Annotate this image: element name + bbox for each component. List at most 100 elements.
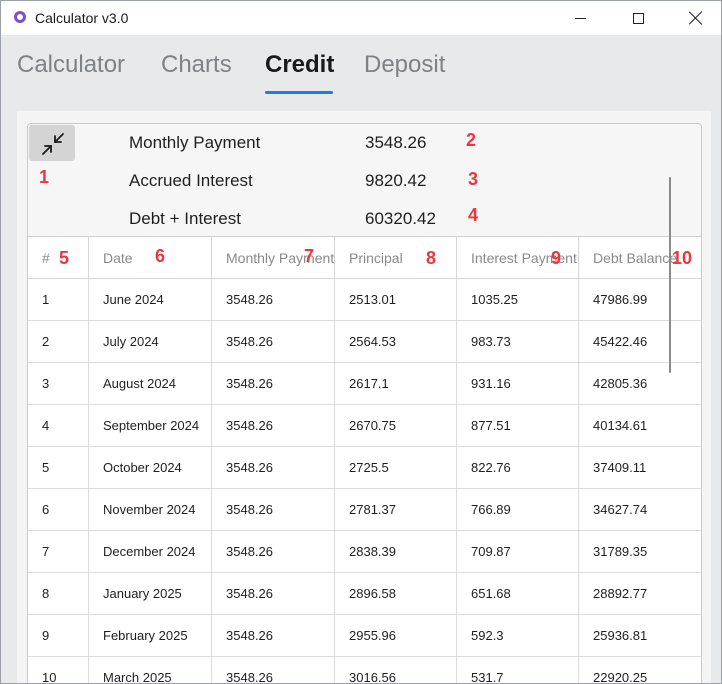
- date-cell: August 2024: [89, 363, 212, 405]
- table-scrollbar[interactable]: [669, 177, 671, 373]
- date-cell: March 2025: [89, 657, 212, 683]
- monthly-payment-cell: 3548.26: [212, 489, 335, 531]
- date-cell: December 2024: [89, 531, 212, 573]
- maximize-button[interactable]: [615, 1, 661, 35]
- date-cell: September 2024: [89, 405, 212, 447]
- monthly-payment-cell: 3548.26: [212, 615, 335, 657]
- principal-cell: 2617.1: [335, 363, 457, 405]
- monthly-payment-cell: 3548.26: [212, 363, 335, 405]
- close-button[interactable]: [673, 1, 719, 35]
- interest-payment-cell: 709.87: [457, 531, 579, 573]
- date-cell: November 2024: [89, 489, 212, 531]
- monthly-payment-cell: 3548.26: [212, 573, 335, 615]
- principal-cell: 2670.75: [335, 405, 457, 447]
- accrued-interest-label: Accrued Interest: [129, 171, 253, 190]
- annotation-badge-10: 10: [672, 248, 693, 268]
- column-header-monthly-payment[interactable]: Monthly Payment: [212, 237, 335, 279]
- table-row[interactable]: 9 February 2025 3548.26 2955.96 592.3 25936.8…: [28, 615, 701, 657]
- row-number-cell: 8: [28, 573, 89, 615]
- title-bar: Calculator v3.0: [1, 1, 721, 35]
- table-row[interactable]: 6 November 2024 3548.26 2781.37 766.89 34627.…: [28, 489, 701, 531]
- interest-payment-cell: 651.68: [457, 573, 579, 615]
- tab-charts[interactable]: Charts: [161, 51, 232, 79]
- interest-payment-cell: 822.76: [457, 447, 579, 489]
- debt-balance-cell: 31789.35: [593, 544, 648, 559]
- interest-payment-cell: 1035.25: [457, 279, 579, 321]
- annotation-badge-3: 3: [468, 169, 479, 189]
- annotation-badge-6: 6: [155, 246, 166, 266]
- date-cell: July 2024: [89, 321, 212, 363]
- table-row[interactable]: 3 August 2024 3548.26 2617.1 931.16 42805.36: [28, 363, 701, 405]
- debt-balance-cell: 37409.11: [593, 460, 647, 475]
- table-row[interactable]: 8 January 2025 3548.26 2896.58 651.68 28892.7…: [28, 573, 701, 615]
- principal-cell: 2838.39: [335, 531, 457, 573]
- monthly-payment-value: 3548.26: [365, 133, 427, 152]
- minimize-button[interactable]: [557, 1, 603, 35]
- debt-balance-cell: 47986.99: [593, 292, 648, 307]
- annotation-badge-4: 4: [468, 205, 479, 225]
- tab-credit[interactable]: Credit: [265, 51, 334, 79]
- table-row[interactable]: 7 December 2024 3548.26 2838.39 709.87 31789.…: [28, 531, 701, 573]
- payment-schedule-table: # Date Monthly Payment Principal Interes…: [28, 236, 701, 683]
- monthly-payment-cell: 3548.26: [212, 447, 335, 489]
- interest-payment-cell: 983.73: [457, 321, 579, 363]
- window-title: Calculator v3.0: [35, 10, 129, 26]
- row-number-cell: 3: [28, 363, 89, 405]
- debt-balance-cell: 42805.36: [593, 376, 648, 391]
- tab-calculator[interactable]: Calculator: [17, 51, 125, 79]
- principal-cell: 2564.53: [335, 321, 457, 363]
- row-number-cell: 4: [28, 405, 89, 447]
- table-header: # Date Monthly Payment Principal Interes…: [28, 237, 701, 279]
- interest-payment-cell: 766.89: [457, 489, 579, 531]
- row-number-cell: 7: [28, 531, 89, 573]
- table-row[interactable]: 2 July 2024 3548.26 2564.53 983.73 45422.46: [28, 321, 701, 363]
- minimize-icon: [574, 17, 586, 19]
- debt-balance-cell: 40134.61: [593, 418, 648, 433]
- tab-deposit[interactable]: Deposit: [364, 51, 445, 79]
- row-number-cell: 5: [28, 447, 89, 489]
- table-row[interactable]: 4 September 2024 3548.26 2670.75 877.51 40134…: [28, 405, 701, 447]
- collapse-button[interactable]: [29, 125, 75, 161]
- date-cell: October 2024: [89, 447, 212, 489]
- debt-plus-interest-value: 60320.42: [365, 209, 436, 228]
- row-number-cell: 10: [28, 657, 89, 683]
- principal-cell: 2513.01: [335, 279, 457, 321]
- table-row[interactable]: 5 October 2024 3548.26 2725.5 822.76 37409.11: [28, 447, 701, 489]
- annotation-badge-2: 2: [466, 130, 477, 150]
- interest-payment-cell: 877.51: [457, 405, 579, 447]
- interest-payment-cell: 592.3: [457, 615, 579, 657]
- row-number-cell: 2: [28, 321, 89, 363]
- monthly-payment-cell: 3548.26: [212, 405, 335, 447]
- interest-payment-cell: 531.7: [457, 657, 579, 683]
- monthly-payment-cell: 3548.26: [212, 321, 335, 363]
- principal-cell: 3016.56: [335, 657, 457, 683]
- row-number-cell: 9: [28, 615, 89, 657]
- debt-balance-cell: 34627.74: [593, 502, 648, 517]
- debt-plus-interest-label: Debt + Interest: [129, 209, 241, 228]
- principal-cell: 2896.58: [335, 573, 457, 615]
- annotation-badge-7: 7: [304, 246, 315, 266]
- monthly-payment-cell: 3548.26: [212, 657, 335, 683]
- annotation-badge-8: 8: [426, 248, 437, 268]
- collapse-arrows-icon: [42, 133, 64, 155]
- debt-balance-cell: 28892.77: [593, 586, 648, 601]
- app-logo-icon: [14, 11, 26, 23]
- date-cell: February 2025: [89, 615, 212, 657]
- credit-results-panel: Monthly Payment 3548.26 Accrued Interest…: [27, 123, 702, 683]
- column-header-date[interactable]: Date: [89, 237, 212, 279]
- monthly-payment-cell: 3548.26: [212, 531, 335, 573]
- monthly-payment-cell: 3548.26: [212, 279, 335, 321]
- maximize-icon: [632, 12, 644, 24]
- app-window: Calculator v3.0 Calculator Charts Credit…: [0, 0, 722, 684]
- principal-cell: 2955.96: [335, 615, 457, 657]
- debt-balance-cell: 45422.46: [593, 334, 648, 349]
- tab-bar: Calculator Charts Credit Deposit: [1, 35, 721, 97]
- close-icon: [689, 11, 703, 25]
- column-header-principal[interactable]: Principal: [335, 237, 457, 279]
- interest-payment-cell: 931.16: [457, 363, 579, 405]
- principal-cell: 2725.5: [335, 447, 457, 489]
- debt-balance-cell: 25936.81: [593, 628, 648, 643]
- table-row[interactable]: 1 June 2024 3548.26 2513.01 1035.25 47986.99: [28, 279, 701, 321]
- accrued-interest-value: 9820.42: [365, 171, 427, 190]
- table-row[interactable]: 10 March 2025 3548.26 3016.56 531.7 22920.25: [28, 657, 701, 683]
